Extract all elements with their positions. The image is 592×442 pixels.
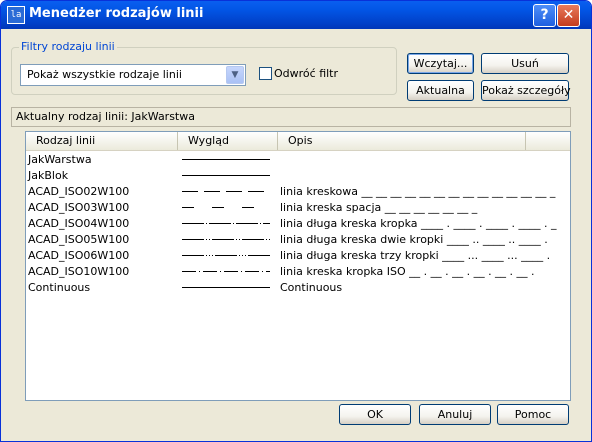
linetype-preview <box>182 271 270 272</box>
table-row[interactable]: Continuous Continuous <box>26 280 570 296</box>
linetype-description: Continuous <box>280 281 343 294</box>
close-button[interactable]: ✕ <box>557 4 580 27</box>
linetype-description: linia długa kreska kropka ____ . ____ . … <box>280 217 557 230</box>
filter-group-label: Filtry rodzaju linii <box>19 40 117 53</box>
linetype-name: ACAD_ISO03W100 <box>28 201 130 214</box>
linetype-name: JakBlok <box>28 169 69 182</box>
linetype-description: linia kreska kropka ISO __ . __ . __ . _… <box>280 265 535 278</box>
linetype-preview <box>182 287 270 288</box>
linetype-preview <box>182 223 270 224</box>
cancel-button[interactable]: Anuluj <box>419 404 491 425</box>
linetype-description: linia kreskowa __ __ __ __ __ __ __ __ _… <box>280 185 556 198</box>
linetype-description: linia długa kreska trzy kropki ____ ... … <box>280 249 551 262</box>
linetype-name: Continuous <box>28 281 91 294</box>
linetype-preview <box>182 191 270 192</box>
chevron-down-icon[interactable]: ▼ <box>226 66 244 84</box>
table-row[interactable]: ACAD_ISO03W100 linia kreska spacja __ __ … <box>26 200 570 216</box>
linetype-description: linia kreska spacja __ __ __ __ __ __ _ <box>280 201 478 214</box>
list-header: Rodzaj linii Wygląd Opis <box>26 132 570 151</box>
linetype-preview <box>182 175 270 176</box>
title-bar[interactable]: la Menedżer rodzajów linii ? ✕ <box>1 1 591 29</box>
table-row[interactable]: ACAD_ISO05W100 linia długa kreska dwie kr… <box>26 232 570 248</box>
linetype-name: ACAD_ISO10W100 <box>28 265 130 278</box>
table-row[interactable]: ACAD_ISO02W100 linia kreskowa __ __ __ __… <box>26 184 570 200</box>
column-header-look[interactable]: Wygląd <box>178 132 278 150</box>
linetype-name: ACAD_ISO04W100 <box>28 217 130 230</box>
window-title: Menedżer rodzajów linii <box>29 6 204 21</box>
delete-button[interactable]: Usuń <box>481 53 569 74</box>
table-row[interactable]: JakWarstwa <box>26 152 570 168</box>
linetype-manager-dialog: la Menedżer rodzajów linii ? ✕ Filtry ro… <box>0 0 592 442</box>
filter-select-value: Pokaż wszystkie rodzaje linii <box>27 68 182 81</box>
linetype-preview <box>182 159 270 160</box>
linetype-preview <box>182 207 270 208</box>
table-row[interactable]: ACAD_ISO06W100 linia długa kreska trzy kr… <box>26 248 570 264</box>
current-linetype-text: Aktualny rodzaj linii: JakWarstwa <box>16 110 195 123</box>
invert-filter-label[interactable]: Odwróć filtr <box>274 67 338 80</box>
table-row[interactable]: ACAD_ISO10W100 linia kreska kropka ISO __… <box>26 264 570 280</box>
set-current-button[interactable]: Aktualna <box>407 80 474 101</box>
linetype-list[interactable]: Rodzaj linii Wygląd Opis JakWarstwa JakBl… <box>25 131 571 401</box>
linetype-name: ACAD_ISO02W100 <box>28 185 130 198</box>
linetype-name: ACAD_ISO05W100 <box>28 233 130 246</box>
current-linetype-bar: Aktualny rodzaj linii: JakWarstwa <box>11 107 571 127</box>
linetype-name: JakWarstwa <box>28 153 92 166</box>
help-title-button[interactable]: ? <box>533 4 556 27</box>
help-button[interactable]: Pomoc <box>497 404 569 425</box>
ok-button[interactable]: OK <box>339 404 411 425</box>
linetype-preview <box>182 239 270 240</box>
column-header-desc[interactable]: Opis <box>278 132 526 150</box>
table-row[interactable]: ACAD_ISO04W100 linia długa kreska kropka … <box>26 216 570 232</box>
filter-select[interactable]: Pokaż wszystkie rodzaje linii ▼ <box>20 64 246 86</box>
load-button[interactable]: Wczytaj... <box>407 53 474 74</box>
app-icon: la <box>7 6 25 24</box>
invert-filter-checkbox[interactable] <box>259 67 272 80</box>
table-row[interactable]: JakBlok <box>26 168 570 184</box>
linetype-name: ACAD_ISO06W100 <box>28 249 130 262</box>
column-header-name[interactable]: Rodzaj linii <box>26 132 178 150</box>
show-details-button[interactable]: Pokaż szczegóły <box>481 80 571 101</box>
linetype-preview <box>182 255 270 256</box>
linetype-description: linia długa kreska dwie kropki ____ .. _… <box>280 233 548 246</box>
